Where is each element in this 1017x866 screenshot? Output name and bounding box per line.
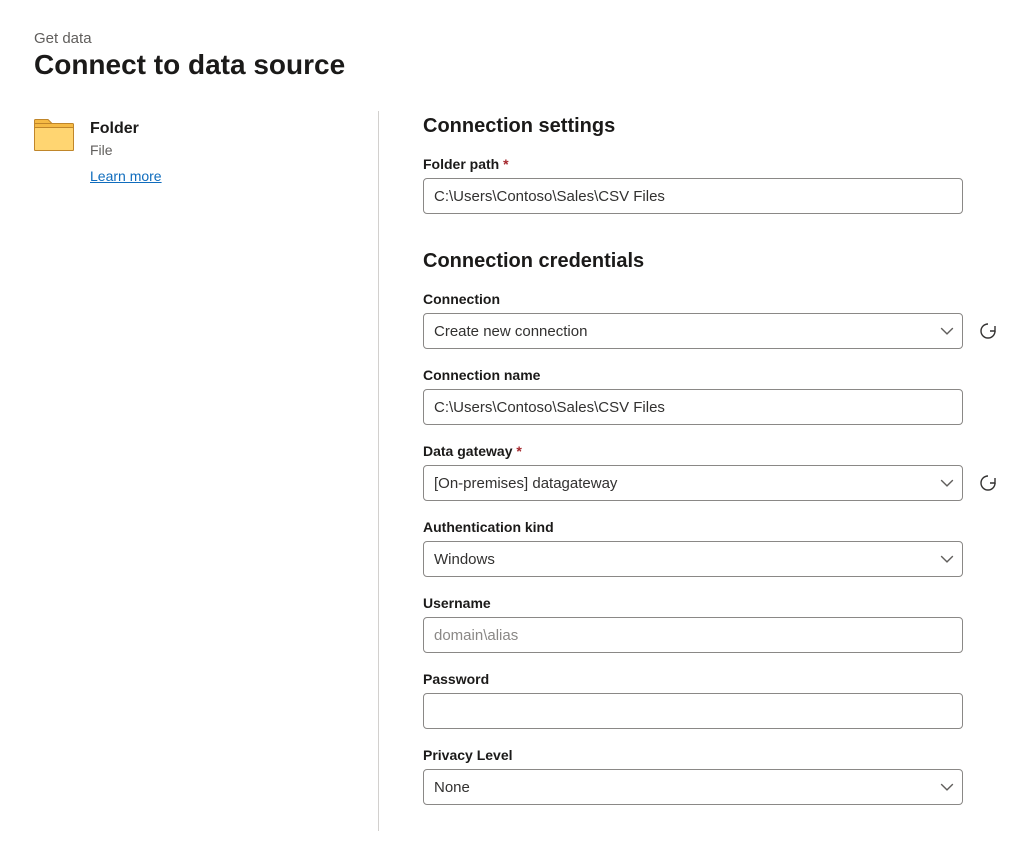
required-asterisk: * [516, 443, 521, 459]
data-gateway-select[interactable]: [On-premises] datagateway [423, 465, 963, 501]
data-gateway-refresh-button[interactable] [977, 472, 999, 494]
connection-select[interactable]: Create new connection [423, 313, 963, 349]
auth-kind-select[interactable]: Windows [423, 541, 963, 577]
folder-path-input[interactable] [423, 178, 963, 214]
chevron-down-icon [940, 780, 954, 794]
connector-title: Folder [90, 119, 162, 138]
chevron-down-icon [940, 552, 954, 566]
connection-label: Connection [423, 291, 999, 307]
chevron-down-icon [940, 476, 954, 490]
chevron-down-icon [940, 324, 954, 338]
connection-settings-heading: Connection settings [423, 115, 999, 138]
folder-path-label: Folder path * [423, 156, 999, 172]
form-panel: Connection settings Folder path * Connec… [379, 111, 999, 805]
connection-refresh-button[interactable] [977, 320, 999, 342]
password-label: Password [423, 671, 999, 687]
connector-subtitle: File [90, 142, 162, 158]
auth-kind-label: Authentication kind [423, 519, 999, 535]
learn-more-link[interactable]: Learn more [90, 168, 162, 184]
username-input[interactable] [423, 617, 963, 653]
data-gateway-label: Data gateway * [423, 443, 999, 459]
page-title: Connect to data source [34, 49, 987, 81]
breadcrumb: Get data [34, 30, 987, 47]
refresh-icon [978, 321, 998, 341]
required-asterisk: * [503, 156, 508, 172]
connection-name-input[interactable] [423, 389, 963, 425]
connection-name-label: Connection name [423, 367, 999, 383]
username-label: Username [423, 595, 999, 611]
connection-credentials-heading: Connection credentials [423, 250, 999, 273]
privacy-level-label: Privacy Level [423, 747, 999, 763]
password-input[interactable] [423, 693, 963, 729]
connector-panel: Folder File Learn more [34, 111, 379, 831]
privacy-level-select[interactable]: None [423, 769, 963, 805]
folder-icon [34, 119, 74, 156]
refresh-icon [978, 473, 998, 493]
